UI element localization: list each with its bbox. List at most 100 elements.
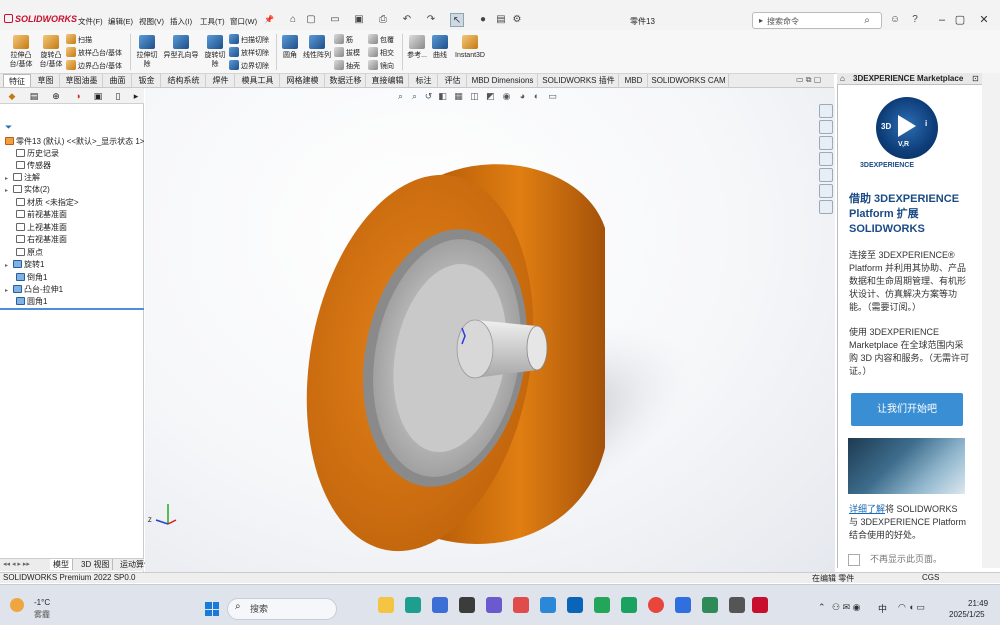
tab-model[interactable]: 模型 xyxy=(50,559,73,570)
tab-sketch[interactable]: 草图 xyxy=(32,74,60,87)
linear-pattern-button[interactable]: 线性阵列 xyxy=(302,35,332,60)
hole-wizard-button[interactable]: 异型孔向导 xyxy=(161,35,201,60)
tree-item-right-plane[interactable]: 右视基准面 xyxy=(8,235,67,245)
home-icon[interactable]: ⌂ xyxy=(286,13,300,27)
unit-system-button[interactable]: CGS xyxy=(922,573,939,582)
file-explorer-taskbar-icon[interactable] xyxy=(378,597,394,613)
sweep-button[interactable]: 扫描 xyxy=(66,34,92,45)
tree-item-annotations[interactable]: ▸ 注解 xyxy=(5,173,40,184)
view-palette-icon[interactable] xyxy=(819,168,833,182)
maximize-button[interactable]: ▢ xyxy=(951,12,969,28)
tree-item-sensors[interactable]: 传感器 xyxy=(8,161,51,171)
panel-window-controls-icon[interactable]: ▭ ⧉ ▢ xyxy=(796,75,821,85)
rollback-bar[interactable] xyxy=(0,308,144,310)
cam-manager-icon[interactable]: ▣ xyxy=(92,90,104,102)
filter-icon[interactable]: ⏷ xyxy=(5,122,12,133)
tab-mesh-modeling[interactable]: 网格建模 xyxy=(281,74,325,87)
appearance-icon[interactable]: ◑ xyxy=(72,90,84,102)
weather-temp[interactable]: -1°C xyxy=(34,598,50,607)
tree-item-front-plane[interactable]: 前视基准面 xyxy=(8,210,67,220)
app-teal-taskbar-icon[interactable] xyxy=(702,597,718,613)
solidworks-resources-icon[interactable] xyxy=(819,120,833,134)
lofted-cut-button[interactable]: 放样切除 xyxy=(229,47,269,58)
appearances-scenes-icon[interactable] xyxy=(819,184,833,198)
learn-more-link[interactable]: 详细了解 xyxy=(849,504,885,514)
tray-icons[interactable]: ⚇ ✉ ◉ xyxy=(832,602,860,613)
tab-3d-views[interactable]: 3D 视图 xyxy=(78,559,114,570)
display-manager-icon[interactable]: ▯ xyxy=(112,90,124,102)
revolve-cut-button[interactable]: 旋转切 除 xyxy=(202,35,228,69)
mirror-button[interactable]: 镜向 xyxy=(368,60,394,71)
tray-arrow-icon[interactable]: ⌃ xyxy=(818,602,826,613)
save-icon[interactable]: ▣ xyxy=(352,13,366,27)
tab-evaluate[interactable]: 评估 xyxy=(439,74,467,87)
tree-item-history[interactable]: 历史记录 xyxy=(8,149,59,159)
menu-edit[interactable]: 编辑(E) xyxy=(108,16,133,27)
undo-icon[interactable]: ↶ xyxy=(400,13,414,27)
panel-scrollbar[interactable] xyxy=(982,73,1000,568)
menu-tools[interactable]: 工具(T) xyxy=(200,16,225,27)
redo-icon[interactable]: ↷ xyxy=(424,13,438,27)
revolve-boss-button[interactable]: 旋转凸 台/基体 xyxy=(36,35,66,69)
app-dark-taskbar-icon[interactable] xyxy=(729,597,745,613)
3dexperience-icon[interactable] xyxy=(819,104,833,118)
get-started-button[interactable]: 让我们开始吧 xyxy=(851,393,963,426)
select-arrow-icon[interactable]: ↖ xyxy=(450,13,464,27)
tree-item-solid-bodies[interactable]: ▸ 实体(2) xyxy=(5,185,50,196)
tab-solidworks-addins[interactable]: SOLIDWORKS 插件 xyxy=(539,74,619,87)
print-icon[interactable]: ⎙ xyxy=(376,13,390,27)
reference-geometry-button[interactable]: 参考... xyxy=(405,35,429,60)
tab-weldments[interactable]: 焊件 xyxy=(207,74,235,87)
network-volume-battery-icon[interactable]: ◠ ◖ ▭ xyxy=(898,602,925,613)
app-green-taskbar-icon[interactable] xyxy=(594,597,610,613)
tab-mbd-dimensions[interactable]: MBD Dimensions xyxy=(468,74,538,87)
tree-item-fillet1[interactable]: 圆角1 xyxy=(8,297,47,307)
tree-item-chamfer1[interactable]: 倒角1 xyxy=(8,273,47,283)
boundary-boss-button[interactable]: 边界凸台/基体 xyxy=(66,60,122,71)
new-document-icon[interactable]: ▢ xyxy=(304,13,318,27)
configuration-manager-icon[interactable]: ⊕ xyxy=(50,90,62,102)
curves-button[interactable]: 曲线 xyxy=(430,35,450,60)
pin-icon[interactable]: 📌 xyxy=(262,13,276,27)
tab-markup[interactable]: 标注 xyxy=(410,74,438,87)
solidworks-logo[interactable]: SOLIDWORKS xyxy=(4,14,77,24)
expand-arrow-icon[interactable]: ▸ xyxy=(5,286,13,296)
tab-features[interactable]: 特征 xyxy=(3,74,31,87)
custom-properties-icon[interactable] xyxy=(819,200,833,214)
tree-item-top-plane[interactable]: 上视基准面 xyxy=(8,223,67,233)
solidworks-taskbar-icon[interactable] xyxy=(752,597,768,613)
tree-item-boss-extrude1[interactable]: ▸ 凸台-拉伸1 xyxy=(5,285,63,296)
tab-scroll-arrows-icon[interactable]: ◂◂ ◂ ▸ ▸▸ xyxy=(3,560,30,568)
boundary-cut-button[interactable]: 边界切除 xyxy=(229,60,269,71)
tab-direct-editing[interactable]: 直接编辑 xyxy=(367,74,409,87)
panel-pin-icon[interactable]: ⌂ xyxy=(840,74,845,83)
tab-sheet-metal[interactable]: 钣金 xyxy=(133,74,161,87)
tree-item-revolve1[interactable]: ▸ 旋转1 xyxy=(5,260,44,271)
menu-file[interactable]: 文件(F) xyxy=(78,16,103,27)
taskbar-search[interactable]: 搜索 xyxy=(227,598,337,620)
tab-sketch-ink[interactable]: 草图油墨 xyxy=(61,74,103,87)
options-gear-icon[interactable]: ⚙ xyxy=(510,13,524,27)
cloud-taskbar-icon[interactable] xyxy=(540,597,556,613)
tree-root[interactable]: 零件13 (默认) <<默认>_显示状态 1> xyxy=(5,137,144,147)
windows-start-icon[interactable] xyxy=(205,602,219,616)
wheel-model[interactable] xyxy=(145,88,835,572)
app-blue-taskbar-icon[interactable] xyxy=(675,597,691,613)
tab-surfaces[interactable]: 曲面 xyxy=(104,74,132,87)
tab-structure-system[interactable]: 结构系统 xyxy=(162,74,206,87)
fillet-button[interactable]: 圆角 xyxy=(279,35,301,60)
tab-solidworks-cam[interactable]: SOLIDWORKS CAM xyxy=(649,74,729,87)
tab-mold-tools[interactable]: 模具工具 xyxy=(236,74,280,87)
design-library-icon[interactable] xyxy=(819,136,833,150)
traffic-light-icon[interactable]: ● xyxy=(476,13,490,27)
expand-arrow-icon[interactable]: ▸ xyxy=(5,174,13,184)
dont-show-checkbox[interactable] xyxy=(848,554,860,566)
instant3d-button[interactable]: Instant3D xyxy=(453,35,487,60)
tab-data-migration[interactable]: 数据迁移 xyxy=(326,74,366,87)
wrap-button[interactable]: 包覆 xyxy=(368,34,394,45)
file-explorer-icon[interactable] xyxy=(819,152,833,166)
file-properties-icon[interactable]: ▤ xyxy=(494,13,508,27)
media-taskbar-icon[interactable] xyxy=(459,597,475,613)
tree-item-material[interactable]: 材质 <未指定> xyxy=(8,198,79,208)
draft-button[interactable]: 拔模 xyxy=(334,47,360,58)
